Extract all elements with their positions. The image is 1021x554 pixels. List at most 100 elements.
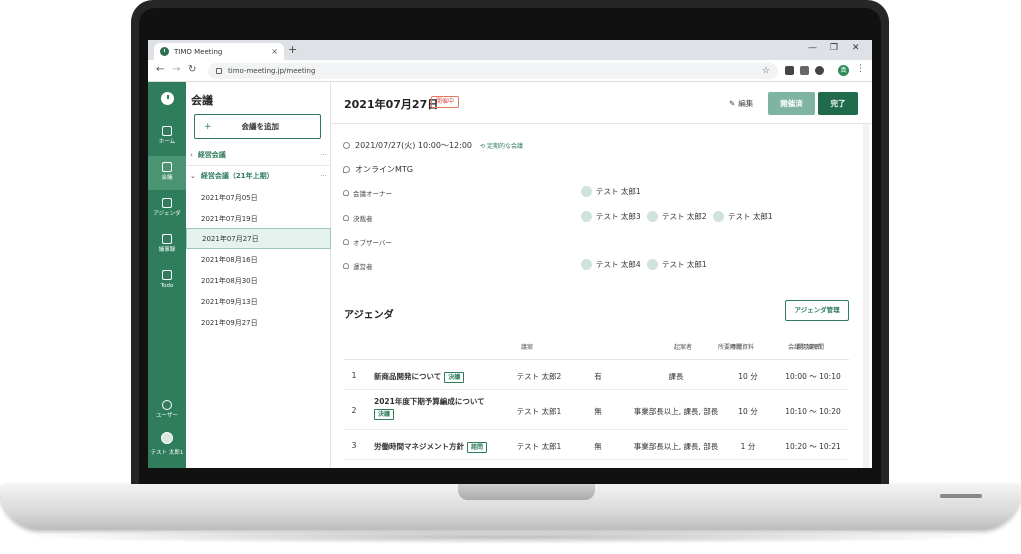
tag-badge: 諮問 xyxy=(467,442,488,453)
person-name: テスト 太郎4 xyxy=(596,260,641,269)
browser-tab[interactable]: TIMO Meeting × xyxy=(154,43,284,60)
edit-label: 編集 xyxy=(738,99,754,108)
close-window-icon[interactable]: ✕ xyxy=(852,43,860,53)
person-icon xyxy=(343,215,349,221)
meeting-item-selected[interactable]: 2021年07月27日 xyxy=(186,228,331,249)
meeting-time-row: 2021/07/27(火) 10:00〜12:00 ⟲ 定期的な会議 xyxy=(343,140,523,151)
reload-icon[interactable]: ↻ xyxy=(188,64,196,75)
chevron-right-icon: › xyxy=(190,151,193,159)
meeting-item[interactable]: 2021年07月19日 xyxy=(186,208,331,229)
repeat-label: 定期的な会議 xyxy=(486,143,523,150)
role-label: 運営者 xyxy=(353,263,373,271)
col-header-time: 会議参加時間 xyxy=(788,344,825,351)
rail-label: 会議 xyxy=(161,175,173,181)
row-title-cell: 2021年度下期予算編成について 決議 xyxy=(374,396,504,420)
more-icon[interactable]: ··· xyxy=(320,172,327,180)
rail-item-home[interactable]: ホーム xyxy=(148,120,186,154)
close-icon[interactable]: × xyxy=(271,47,278,56)
clipboard-icon xyxy=(162,234,172,244)
extension-1-icon[interactable] xyxy=(815,66,824,75)
author: テスト 太郎2 xyxy=(516,372,562,381)
new-tab-icon[interactable]: + xyxy=(288,43,297,56)
repeat-link[interactable]: ⟲ 定期的な会議 xyxy=(480,141,523,150)
decider-chip[interactable]: テスト 太郎1 xyxy=(713,211,773,222)
decider-chip[interactable]: テスト 太郎2 xyxy=(647,211,707,222)
sidebar-title: 会議 xyxy=(191,94,213,107)
laptop-notch xyxy=(458,484,595,500)
finish-button[interactable]: 完了 xyxy=(818,92,858,115)
attachment: 有 xyxy=(594,372,602,381)
laptop-shadow xyxy=(20,530,1000,544)
rail-item-users[interactable]: ユーザー xyxy=(148,394,186,428)
add-meeting-button[interactable]: + 会議を追加 xyxy=(194,114,321,139)
duration: 1 分 xyxy=(740,442,756,451)
more-vert-icon[interactable]: ⋮ xyxy=(856,64,865,74)
timo-logo-icon[interactable] xyxy=(161,92,174,105)
meeting-item[interactable]: 2021年09月27日 xyxy=(186,312,331,333)
minimize-icon[interactable]: — xyxy=(808,43,817,53)
agenda-title-text: 2021年度下期予算編成について xyxy=(374,397,485,406)
url-text: timo-meeting.jp/meeting xyxy=(228,67,316,75)
meeting-sidebar: 会議 + 会議を追加 › 経営会議 ··· ⌄ 経営会議（21年上期） ··· … xyxy=(186,82,331,468)
meeting-item[interactable]: 2021年07月05日 xyxy=(186,187,331,208)
app-rail: ホーム 会議 アジェンダ 議事録 Todo ユーザー テスト 太郎1 xyxy=(148,82,186,468)
profile-avatar[interactable]: 真 xyxy=(838,65,849,76)
table-row[interactable]: 3 労働時間マネジメント方針 諮問 テスト 太郎1 無 事業部長以上, 課長, 部… xyxy=(344,430,849,460)
held-button[interactable]: 開催済 xyxy=(768,92,815,115)
meeting-item[interactable]: 2021年09月13日 xyxy=(186,291,331,312)
operator-chip[interactable]: テスト 太郎4 xyxy=(581,259,641,270)
extension-icon[interactable] xyxy=(785,66,794,75)
rail-label: アジェンダ xyxy=(153,211,181,217)
scope: 課長 xyxy=(668,372,684,381)
owner-chip[interactable]: テスト 太郎1 xyxy=(581,186,641,197)
avatar xyxy=(647,211,658,222)
time-slot: 10:10 〜 10:20 xyxy=(785,407,841,416)
decider-chip[interactable]: テスト 太郎3 xyxy=(581,211,641,222)
meeting-item[interactable]: 2021年08月30日 xyxy=(186,270,331,291)
rail-item-minutes[interactable]: 議事録 xyxy=(148,228,186,262)
meeting-item[interactable]: 2021年08月16日 xyxy=(186,249,331,270)
user-avatar[interactable] xyxy=(161,432,173,444)
rail-item-todo[interactable]: Todo xyxy=(148,264,186,298)
row-number: 1 xyxy=(351,371,357,380)
back-icon[interactable]: ← xyxy=(156,64,164,75)
time-slot: 10:00 〜 10:10 xyxy=(785,372,841,381)
rail-item-agenda[interactable]: アジェンダ xyxy=(148,192,186,226)
scrollbar[interactable] xyxy=(863,124,869,468)
rail-label: ユーザー xyxy=(156,413,178,419)
clock-icon xyxy=(160,47,169,56)
meeting-icon xyxy=(162,162,172,172)
laptop-vent xyxy=(940,494,982,498)
checkbox-icon xyxy=(162,270,172,280)
avatar xyxy=(647,259,658,270)
more-icon[interactable]: ··· xyxy=(320,151,327,159)
duration: 10 分 xyxy=(738,372,758,381)
forward-icon[interactable]: → xyxy=(172,64,180,75)
restore-icon[interactable]: ❐ xyxy=(830,43,838,53)
edit-button[interactable]: ✎ 編集 xyxy=(729,98,753,109)
attachment: 無 xyxy=(594,407,602,416)
folder-label: 経営会議 xyxy=(197,151,226,159)
folder-keiei-21h1[interactable]: ⌄ 経営会議（21年上期） ··· xyxy=(186,167,331,185)
url-input[interactable]: timo-meeting.jp/meeting ☆ xyxy=(208,63,778,79)
folder-keiei[interactable]: › 経営会議 ··· xyxy=(186,146,331,164)
laptop-mockup: TIMO Meeting × + — ❐ ✕ ← → ↻ timo-meetin… xyxy=(0,0,1021,554)
status-badge: 開催中 xyxy=(431,96,460,108)
person-name: テスト 太郎1 xyxy=(728,212,773,221)
meeting-location-row: オンラインMTG xyxy=(343,164,413,175)
bookmark-star-icon[interactable]: ☆ xyxy=(762,66,770,76)
meeting-date-title: 2021年07月27日 xyxy=(344,98,439,111)
col-header-title: 議案 xyxy=(521,344,534,351)
table-row[interactable]: 2 2021年度下期予算編成について 決議 テスト 太郎1 無 事業部長以上, 課… xyxy=(344,390,849,430)
operator-chip[interactable]: テスト 太郎1 xyxy=(647,259,707,270)
meeting-location: オンラインMTG xyxy=(355,165,413,174)
scope: 事業部長以上, 課長, 部長 xyxy=(633,407,719,416)
table-row[interactable]: 1 新商品開発について 決議 テスト 太郎2 有 課長 10 分 10:00 〜 … xyxy=(344,360,849,390)
author: テスト 太郎1 xyxy=(516,442,562,451)
document-icon xyxy=(162,198,172,208)
user-name: テスト 太郎1 xyxy=(150,450,184,456)
rail-label: 議事録 xyxy=(158,247,176,253)
extension-s-icon[interactable] xyxy=(800,66,809,75)
agenda-manage-button[interactable]: アジェンダ管理 xyxy=(785,300,849,321)
rail-item-meeting[interactable]: 会議 xyxy=(148,156,186,190)
